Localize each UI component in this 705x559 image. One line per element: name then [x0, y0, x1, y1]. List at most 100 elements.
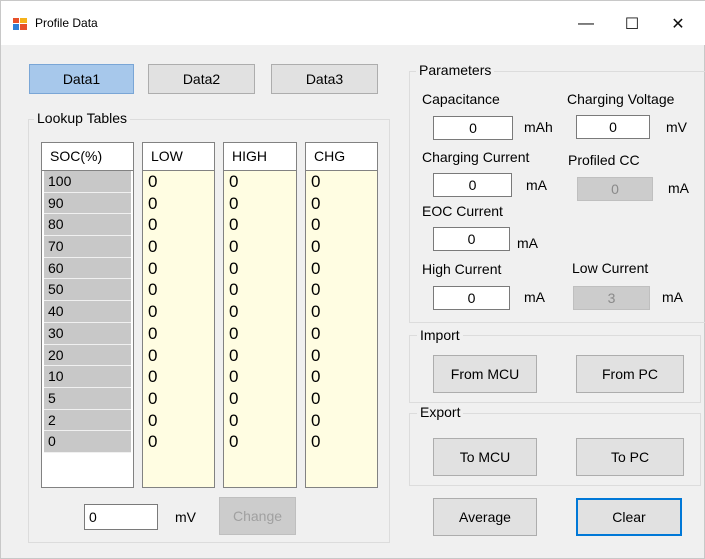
low-row[interactable]: 0	[143, 279, 214, 301]
soc-row[interactable]: 30	[44, 322, 131, 345]
high-table[interactable]: HIGH 0000000000000	[223, 142, 297, 488]
soc-row[interactable]: 70	[44, 236, 131, 258]
high-row[interactable]: 0	[224, 258, 296, 280]
maximize-icon: ☐	[624, 16, 640, 33]
chg-row[interactable]: 0	[306, 410, 377, 432]
data2-button[interactable]: Data2	[148, 64, 255, 94]
soc-row[interactable]: 5	[44, 387, 131, 410]
high-row[interactable]: 0	[224, 323, 296, 345]
chg-row[interactable]: 0	[306, 301, 377, 323]
eoc-current-unit: mA	[517, 235, 538, 251]
high-row[interactable]: 0	[224, 279, 296, 301]
charging-current-unit: mA	[526, 177, 547, 193]
low-row[interactable]: 0	[143, 388, 214, 410]
high-current-unit: mA	[524, 289, 545, 305]
chg-row[interactable]: 0	[306, 214, 377, 236]
eoc-current-label: EOC Current	[422, 203, 503, 219]
average-button[interactable]: Average	[433, 498, 537, 536]
profiled-cc-label: Profiled CC	[568, 152, 640, 168]
mv-unit: mV	[175, 509, 196, 525]
chg-table[interactable]: CHG 0000000000000	[305, 142, 378, 488]
chg-row[interactable]: 0	[306, 171, 377, 193]
chg-row[interactable]: 0	[306, 279, 377, 301]
capacitance-unit: mAh	[524, 119, 553, 135]
chg-row[interactable]: 0	[306, 236, 377, 258]
soc-row[interactable]: 60	[44, 257, 131, 280]
soc-row[interactable]: 90	[44, 192, 131, 215]
high-row[interactable]: 0	[224, 214, 296, 236]
low-row[interactable]: 0	[143, 236, 214, 258]
app-icon	[13, 18, 27, 30]
chg-row[interactable]: 0	[306, 345, 377, 367]
minimize-button[interactable]: —	[563, 9, 609, 39]
high-row[interactable]: 0	[224, 301, 296, 323]
capacitance-label: Capacitance	[422, 91, 500, 107]
soc-table[interactable]: SOC(%) 100 90 80 70 60 50 40 30 20 10 5 2 0	[41, 142, 134, 488]
to-mcu-button[interactable]: To MCU	[433, 438, 537, 476]
data1-button[interactable]: Data1	[29, 64, 134, 94]
low-row[interactable]: 0	[143, 301, 214, 323]
from-pc-button[interactable]: From PC	[576, 355, 684, 393]
profiled-cc-input[interactable]	[577, 177, 653, 201]
high-row[interactable]: 0	[224, 345, 296, 367]
low-table[interactable]: LOW 0000000000000	[142, 142, 215, 488]
chg-row[interactable]: 0	[306, 366, 377, 388]
close-icon: ✕	[671, 16, 685, 33]
charging-current-label: Charging Current	[422, 149, 530, 165]
soc-row[interactable]: 40	[44, 301, 131, 323]
high-row[interactable]: 0	[224, 388, 296, 410]
low-row[interactable]: 0	[143, 410, 214, 432]
low-row[interactable]: 0	[143, 214, 214, 236]
high-row[interactable]: 0	[224, 171, 296, 193]
high-row[interactable]: 0	[224, 366, 296, 388]
clear-button[interactable]: Clear	[576, 498, 682, 536]
low-row[interactable]: 0	[143, 171, 214, 193]
profiled-cc-unit: mA	[668, 180, 689, 196]
soc-row[interactable]: 20	[44, 344, 131, 367]
soc-row[interactable]: 2	[44, 409, 131, 432]
charging-current-input[interactable]	[433, 173, 512, 197]
change-button[interactable]: Change	[219, 497, 296, 535]
high-row[interactable]: 0	[224, 236, 296, 258]
profile-data-window: Profile Data — ☐ ✕ Data1 Data2 Data3 Loo…	[0, 0, 705, 559]
high-current-input[interactable]	[433, 286, 510, 310]
capacitance-input[interactable]	[433, 116, 513, 140]
high-header: HIGH	[224, 143, 296, 171]
minimize-icon: —	[578, 15, 594, 32]
low-row[interactable]: 0	[143, 258, 214, 280]
from-mcu-button[interactable]: From MCU	[433, 355, 537, 393]
high-row[interactable]: 0	[224, 410, 296, 432]
high-row[interactable]: 0	[224, 193, 296, 215]
low-row[interactable]: 0	[143, 345, 214, 367]
low-row[interactable]: 0	[143, 323, 214, 345]
low-current-input[interactable]	[573, 286, 650, 310]
title-bar: Profile Data — ☐ ✕	[1, 1, 705, 45]
soc-row[interactable]: 0	[44, 431, 131, 453]
maximize-button[interactable]: ☐	[609, 9, 655, 39]
chg-row[interactable]: 0	[306, 323, 377, 345]
mv-input[interactable]	[84, 504, 158, 530]
export-title: Export	[417, 404, 464, 420]
to-pc-button[interactable]: To PC	[576, 438, 684, 476]
low-row[interactable]: 0	[143, 431, 214, 453]
low-current-unit: mA	[662, 289, 683, 305]
eoc-current-input[interactable]	[433, 227, 510, 251]
close-button[interactable]: ✕	[655, 9, 701, 39]
parameters-title: Parameters	[416, 62, 495, 78]
high-current-label: High Current	[422, 261, 502, 277]
low-header: LOW	[143, 143, 214, 171]
chg-row[interactable]: 0	[306, 431, 377, 453]
soc-row[interactable]: 80	[44, 214, 131, 237]
chg-row[interactable]: 0	[306, 388, 377, 410]
chg-row[interactable]: 0	[306, 193, 377, 215]
soc-row[interactable]: 100	[44, 171, 131, 193]
low-row[interactable]: 0	[143, 366, 214, 388]
charging-voltage-input[interactable]	[576, 115, 650, 139]
chg-row[interactable]: 0	[306, 258, 377, 280]
low-row[interactable]: 0	[143, 193, 214, 215]
data3-button[interactable]: Data3	[271, 64, 378, 94]
soc-row[interactable]: 10	[44, 366, 131, 388]
soc-row[interactable]: 50	[44, 279, 131, 302]
high-row[interactable]: 0	[224, 431, 296, 453]
chg-header: CHG	[306, 143, 377, 171]
